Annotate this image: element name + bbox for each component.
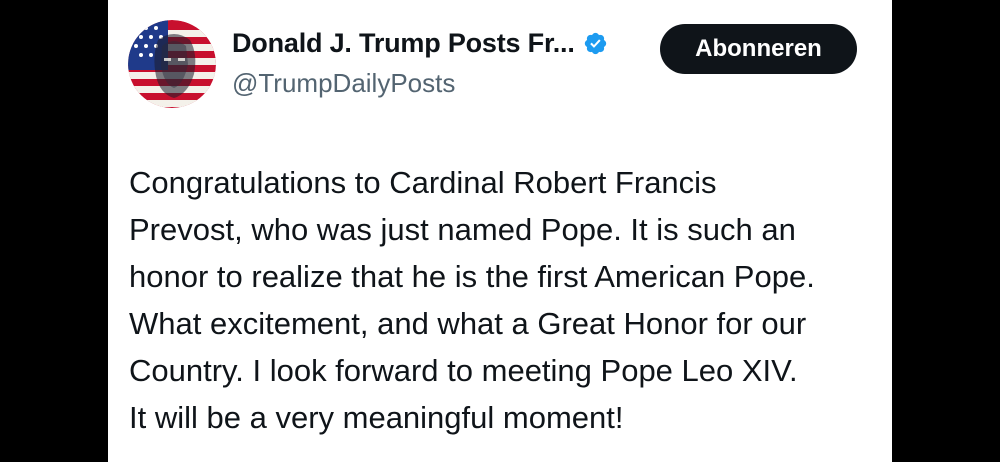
post-text-line: honor to realize that he is the first Am… bbox=[129, 259, 815, 294]
post-text: Congratulations to Cardinal Robert Franc… bbox=[129, 159, 879, 441]
avatar[interactable] bbox=[128, 20, 216, 108]
post-text-line: What excitement, and what a Great Honor … bbox=[129, 306, 807, 341]
post-text-line: It will be a very meaningful moment! bbox=[129, 400, 624, 435]
author-display-name[interactable]: Donald J. Trump Posts Fr... bbox=[232, 28, 575, 59]
post-text-line: Country. I look forward to meeting Pope … bbox=[129, 353, 798, 388]
post-card: Donald J. Trump Posts Fr... @TrumpDailyP… bbox=[108, 0, 892, 462]
post-text-line: Congratulations to Cardinal Robert Franc… bbox=[129, 165, 717, 200]
author-handle[interactable]: @TrumpDailyPosts bbox=[232, 68, 455, 99]
screenshot-frame: Donald J. Trump Posts Fr... @TrumpDailyP… bbox=[0, 0, 1000, 462]
post-text-line: Prevost, who was just named Pope. It is … bbox=[129, 212, 796, 247]
avatar-image bbox=[128, 20, 216, 108]
verified-badge-icon bbox=[583, 31, 608, 56]
follow-button[interactable]: Abonneren bbox=[660, 24, 857, 74]
author-name-row[interactable]: Donald J. Trump Posts Fr... bbox=[232, 28, 608, 59]
